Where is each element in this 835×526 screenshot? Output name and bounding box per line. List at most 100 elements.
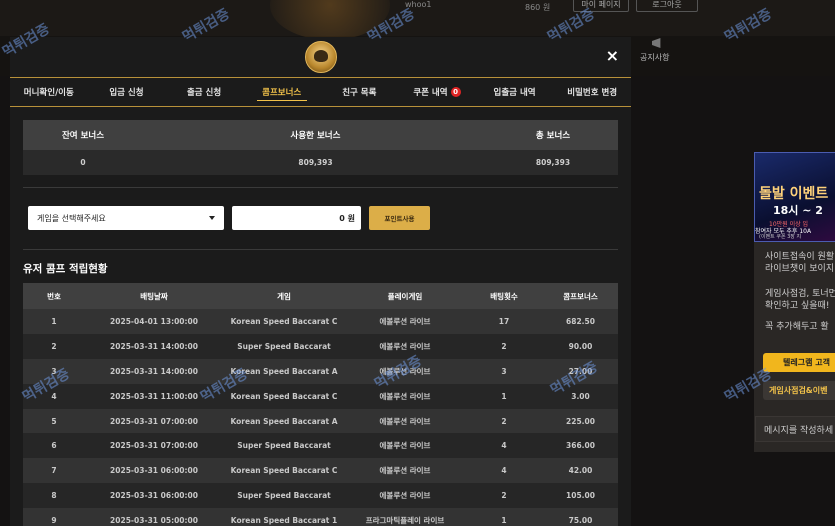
tab-transactions[interactable]: 입출금 내역: [476, 78, 554, 106]
row-bet-date: 2025-03-31 06:00:00: [110, 466, 198, 476]
tab-label: 입금 신청: [109, 88, 144, 98]
row-game: Korean Speed Baccarat C: [230, 316, 338, 326]
tab-coupons[interactable]: 쿠폰 내역 0: [398, 78, 476, 106]
tab-label: 쿠폰 내역: [413, 88, 448, 98]
table-row: 1 2025-04-01 13:00:00 Korean Speed Baccara…: [23, 309, 618, 334]
row-number: 8: [51, 491, 57, 501]
tab-label: 출금 신청: [186, 88, 222, 98]
row-comp-bonus: 225.00: [566, 416, 595, 426]
row-number: 5: [51, 416, 57, 426]
row-number: 9: [51, 516, 57, 526]
background-balance: 860 원: [525, 3, 551, 12]
side-text: 라이브챗이 보이지: [765, 264, 835, 274]
chat-message-input[interactable]: 메시지를 작성하세: [755, 416, 835, 442]
table-row: 2 2025-03-31 14:00:00 Super Speed Baccarat…: [23, 333, 618, 359]
row-bet-date: 2025-03-31 06:00:00: [110, 491, 198, 501]
row-play-game: 에볼루션 라이브: [379, 391, 431, 401]
row-bet-count: 17: [498, 316, 510, 326]
tab-withdraw[interactable]: 출금 신청: [165, 78, 243, 106]
row-bet-date: 2025-03-31 07:00:00: [110, 416, 198, 426]
game-select-dropdown[interactable]: 게임을 선택해주세요: [28, 206, 224, 230]
row-number: 7: [51, 466, 57, 476]
row-bet-count: 3: [501, 366, 507, 376]
row-play-game: 에볼루션 라이브: [379, 316, 431, 326]
row-comp-bonus: 105.00: [566, 491, 595, 501]
row-play-game: 프라그마틱플레이 라이브: [365, 516, 445, 526]
row-game: Super Speed Baccarat: [237, 491, 331, 501]
tab-deposit[interactable]: 입금 신청: [88, 78, 166, 106]
remaining-bonus-value: 0: [80, 158, 86, 167]
row-bet-count: 1: [501, 391, 507, 401]
table-row: 6 2025-03-31 07:00:00 Super Speed Baccarat…: [23, 433, 618, 459]
comp-bonus-modal: × 머니확인/이동 입금 신청 출금 신청 콤프보너스 친구 목록 쿠폰 내역 0…: [10, 37, 631, 526]
divider: [23, 249, 618, 250]
telegram-support-button[interactable]: 텔레그램 고객: [763, 353, 835, 372]
tab-label: 친구 목록: [342, 88, 377, 98]
side-text: 꼭 추가해두고 활: [765, 322, 829, 332]
tab-label: 비밀번호 변경: [567, 88, 618, 98]
header-game: 게임: [277, 291, 291, 301]
banner-line: (이벤트 쿠폰 3장 지: [759, 234, 802, 240]
row-play-game: 에볼루션 라이브: [379, 491, 431, 501]
nav-item-notice[interactable]: 공지사항: [640, 52, 669, 63]
row-game: Super Speed Baccarat: [237, 341, 331, 351]
site-logo: [305, 41, 337, 73]
tab-password[interactable]: 비밀번호 변경: [553, 78, 631, 106]
header-remaining-bonus: 잔여 보너스: [61, 131, 105, 141]
table-row: 8 2025-03-31 06:00:00 Super Speed Baccarat…: [23, 483, 618, 509]
row-comp-bonus: 42.00: [568, 466, 593, 476]
logout-button[interactable]: 로그아웃: [636, 0, 698, 12]
tab-friends[interactable]: 친구 목록: [321, 78, 399, 106]
bonus-summary-table: 잔여 보너스 사용한 보너스 총 보너스 0 809,393 809,393: [23, 120, 618, 175]
side-text: 게임사점검, 토너먼: [765, 289, 835, 299]
bonus-summary-header: 잔여 보너스 사용한 보너스 총 보너스: [23, 120, 618, 150]
row-play-game: 에볼루션 라이브: [379, 441, 431, 451]
row-bet-date: 2025-03-31 14:00:00: [110, 366, 198, 376]
row-bet-date: 2025-04-01 13:00:00: [110, 316, 198, 326]
game-select-value: 게임을 선택해주세요: [37, 213, 106, 223]
modal-tabs: 머니확인/이동 입금 신청 출금 신청 콤프보너스 친구 목록 쿠폰 내역 0 입…: [10, 77, 631, 107]
row-game: Korean Speed Baccarat A: [230, 416, 338, 426]
comp-history-table: 번호 배팅날짜 게임 플레이게임 배팅횟수 콤프보너스 1 2025-04-01 …: [23, 283, 618, 526]
tab-comp-bonus[interactable]: 콤프보너스: [243, 78, 321, 106]
header-total-bonus: 총 보너스: [535, 131, 571, 141]
row-bet-count: 2: [501, 491, 507, 501]
row-number: 1: [51, 316, 57, 326]
coupon-count-badge: 0: [450, 87, 461, 97]
header-number: 번호: [47, 291, 61, 301]
banner-title: 돌발 이벤트: [759, 186, 829, 202]
table-row: 7 2025-03-31 06:00:00 Korean Speed Baccara…: [23, 458, 618, 484]
tab-money-check[interactable]: 머니확인/이동: [10, 78, 88, 106]
close-icon[interactable]: ×: [606, 46, 619, 65]
tab-label: 입출금 내역: [493, 88, 536, 98]
row-bet-count: 2: [501, 416, 507, 426]
row-bet-count: 4: [501, 466, 507, 476]
table-row: 3 2025-03-31 14:00:00 Korean Speed Baccara…: [23, 358, 618, 384]
header-comp-bonus: 콤프보너스: [563, 291, 598, 301]
table-row: 9 2025-03-31 05:00:00 Korean Speed Baccara…: [23, 508, 618, 526]
event-banner[interactable]: 돌발 이벤트 18시 ~ 2 10만원 이상 입 참여자 모두 추후 10A (…: [754, 152, 835, 242]
point-amount-input[interactable]: 0 원: [232, 206, 361, 230]
comp-history-rows: 1 2025-04-01 13:00:00 Korean Speed Baccara…: [23, 309, 618, 526]
row-game: Korean Speed Baccarat 1: [230, 516, 338, 526]
table-row: 4 2025-03-31 11:00:00 Korean Speed Baccara…: [23, 383, 618, 409]
use-points-button[interactable]: 포인트사용: [369, 206, 430, 230]
row-number: 6: [51, 441, 57, 451]
notice-channel-button[interactable]: 게임사점검&이벤: [763, 381, 835, 400]
row-bet-count: 4: [501, 441, 507, 451]
header-bet-count: 배팅횟수: [490, 291, 518, 301]
row-bet-date: 2025-03-31 05:00:00: [110, 516, 198, 526]
header-bet-date: 배팅날짜: [140, 291, 168, 301]
divider: [23, 187, 618, 188]
row-play-game: 에볼루션 라이브: [379, 416, 431, 426]
total-bonus-value: 809,393: [535, 158, 571, 167]
row-bet-date: 2025-03-31 14:00:00: [110, 341, 198, 351]
header-used-bonus: 사용한 보너스: [290, 131, 341, 141]
section-title: 유저 콤프 적립현황: [23, 263, 108, 275]
row-comp-bonus: 75.00: [568, 516, 593, 526]
table-row: 5 2025-03-31 07:00:00 Korean Speed Baccara…: [23, 408, 618, 434]
row-comp-bonus: 366.00: [566, 441, 595, 451]
used-bonus-value: 809,393: [298, 158, 333, 167]
row-comp-bonus: 90.00: [568, 341, 593, 351]
side-text: 확인하고 싶을때!: [765, 301, 830, 311]
